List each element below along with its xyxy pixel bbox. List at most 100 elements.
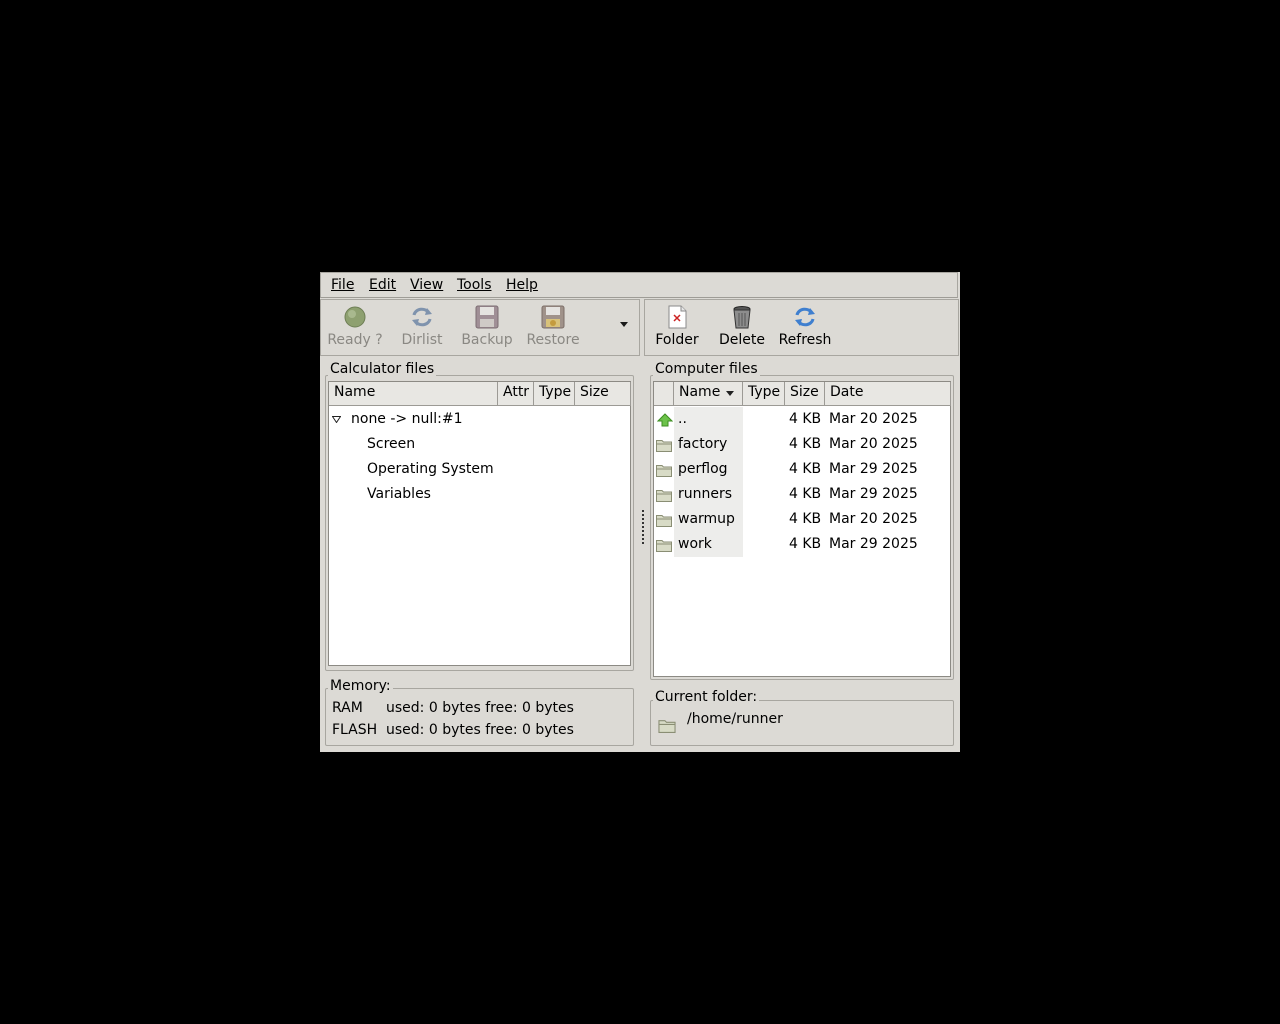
menu-tools-label: Tools (457, 277, 492, 293)
calc-col-name[interactable]: Name (329, 382, 498, 406)
menu-edit[interactable]: Edit (369, 277, 396, 293)
pc-col-name[interactable]: Name (674, 382, 743, 406)
calc-item-label: Operating System (367, 461, 494, 477)
row-date: Mar 29 2025 (829, 486, 918, 502)
refresh-icon (795, 307, 815, 327)
row-date: Mar 20 2025 (829, 436, 918, 452)
tilp-window: File Edit View Tools Help Ready ? Dirlis… (320, 272, 960, 752)
pc-col-type[interactable]: Type (743, 382, 785, 406)
calc-tree-item[interactable]: Screen (329, 433, 630, 458)
table-row[interactable]: factory 4 KB Mar 20 2025 (654, 433, 950, 458)
row-size: 4 KB (789, 536, 822, 552)
folder-icon (656, 490, 672, 502)
sort-descending-icon (726, 391, 734, 396)
menu-tools[interactable]: Tools (457, 277, 492, 293)
folder-icon (656, 540, 672, 552)
refresh-icon (412, 307, 432, 327)
row-name: .. (678, 411, 687, 427)
table-row[interactable]: .. 4 KB Mar 20 2025 (654, 408, 950, 433)
calc-tree-root[interactable]: none -> null:#1 (329, 408, 630, 433)
up-arrow-icon (657, 413, 673, 427)
status-circle-icon (344, 306, 366, 328)
floppy-disk-icon (475, 305, 499, 329)
menu-help-label: Help (506, 277, 538, 293)
ready-button-label: Ready ? (327, 332, 383, 348)
computer-file-list[interactable]: Name Type Size Date .. 4 KB Mar 20 2025 … (653, 381, 951, 677)
row-name: factory (678, 436, 728, 452)
row-date: Mar 29 2025 (829, 461, 918, 477)
folder-icon (656, 515, 672, 527)
delete-button-label: Delete (719, 332, 765, 348)
pc-col-icon[interactable] (654, 382, 674, 406)
calculator-toolbar: Ready ? Dirlist Backup Restore (320, 299, 640, 356)
restore-button[interactable]: Restore (525, 304, 581, 348)
backup-button-label: Backup (461, 332, 513, 348)
new-folder-button-label: Folder (655, 332, 699, 348)
pc-col-size[interactable]: Size (785, 382, 825, 406)
menu-file-label: File (331, 277, 355, 293)
ready-button[interactable]: Ready ? (327, 304, 383, 348)
delete-button[interactable]: Delete (717, 304, 767, 348)
current-folder-path: /home/runner (687, 711, 783, 727)
expander-down-icon[interactable] (332, 416, 341, 423)
toolbar-overflow-icon[interactable] (620, 322, 628, 327)
calculator-file-list[interactable]: Name Attr Type Size none -> null:#1 Scre… (328, 381, 631, 666)
refresh-button-label: Refresh (778, 332, 832, 348)
restore-button-label: Restore (526, 332, 580, 348)
row-date: Mar 20 2025 (829, 511, 918, 527)
row-name: work (678, 536, 712, 552)
pane-splitter[interactable] (640, 356, 644, 752)
pc-col-name-label: Name (679, 384, 721, 400)
folder-icon (656, 465, 672, 477)
new-folder-button[interactable]: Folder (653, 304, 701, 348)
menu-help[interactable]: Help (506, 277, 538, 293)
row-name: perflog (678, 461, 728, 477)
row-date: Mar 20 2025 (829, 411, 918, 427)
refresh-button[interactable]: Refresh (777, 304, 833, 348)
memory-title: Memory: (328, 678, 393, 694)
calc-item-label: Variables (367, 486, 431, 502)
menubar: File Edit View Tools Help (320, 272, 958, 298)
flash-value: used: 0 bytes free: 0 bytes (386, 722, 574, 738)
folder-icon (658, 720, 676, 733)
row-size: 4 KB (789, 486, 822, 502)
table-row[interactable]: warmup 4 KB Mar 20 2025 (654, 508, 950, 533)
menu-edit-label: Edit (369, 277, 397, 293)
row-date: Mar 29 2025 (829, 536, 918, 552)
calc-col-size[interactable]: Size (575, 382, 631, 406)
ram-value: used: 0 bytes free: 0 bytes (386, 700, 574, 716)
dirlist-button-label: Dirlist (401, 332, 443, 348)
calc-root-label: none -> null:#1 (351, 411, 463, 427)
row-name: warmup (678, 511, 735, 527)
computer-files-title: Computer files (653, 361, 760, 377)
folder-icon (656, 440, 672, 452)
menu-view[interactable]: View (410, 277, 443, 293)
table-row[interactable]: work 4 KB Mar 29 2025 (654, 533, 950, 558)
table-row[interactable]: perflog 4 KB Mar 29 2025 (654, 458, 950, 483)
row-size: 4 KB (789, 461, 822, 477)
calc-col-type[interactable]: Type (534, 382, 575, 406)
trash-icon (733, 306, 751, 329)
calc-tree-item[interactable]: Operating System (329, 458, 630, 483)
restore-disk-icon (541, 305, 565, 329)
dirlist-button[interactable]: Dirlist (399, 304, 445, 348)
backup-button[interactable]: Backup (459, 304, 515, 348)
row-size: 4 KB (789, 411, 822, 427)
ram-label: RAM (332, 700, 363, 716)
row-size: 4 KB (789, 511, 822, 527)
flash-label: FLASH (332, 722, 378, 738)
menu-view-label: View (410, 277, 444, 293)
menu-file[interactable]: File (331, 277, 354, 293)
table-row[interactable]: runners 4 KB Mar 29 2025 (654, 483, 950, 508)
new-file-icon (668, 305, 687, 329)
splitter-grip-icon[interactable] (642, 510, 644, 544)
calc-col-attr[interactable]: Attr (498, 382, 534, 406)
calculator-files-title: Calculator files (328, 361, 437, 377)
row-name: runners (678, 486, 733, 502)
row-size: 4 KB (789, 436, 822, 452)
current-folder-title: Current folder: (653, 689, 760, 705)
calc-item-label: Screen (367, 436, 416, 452)
computer-toolbar: Folder Delete Refresh (644, 299, 959, 356)
pc-col-date[interactable]: Date (825, 382, 951, 406)
calc-tree-item[interactable]: Variables (329, 483, 630, 508)
